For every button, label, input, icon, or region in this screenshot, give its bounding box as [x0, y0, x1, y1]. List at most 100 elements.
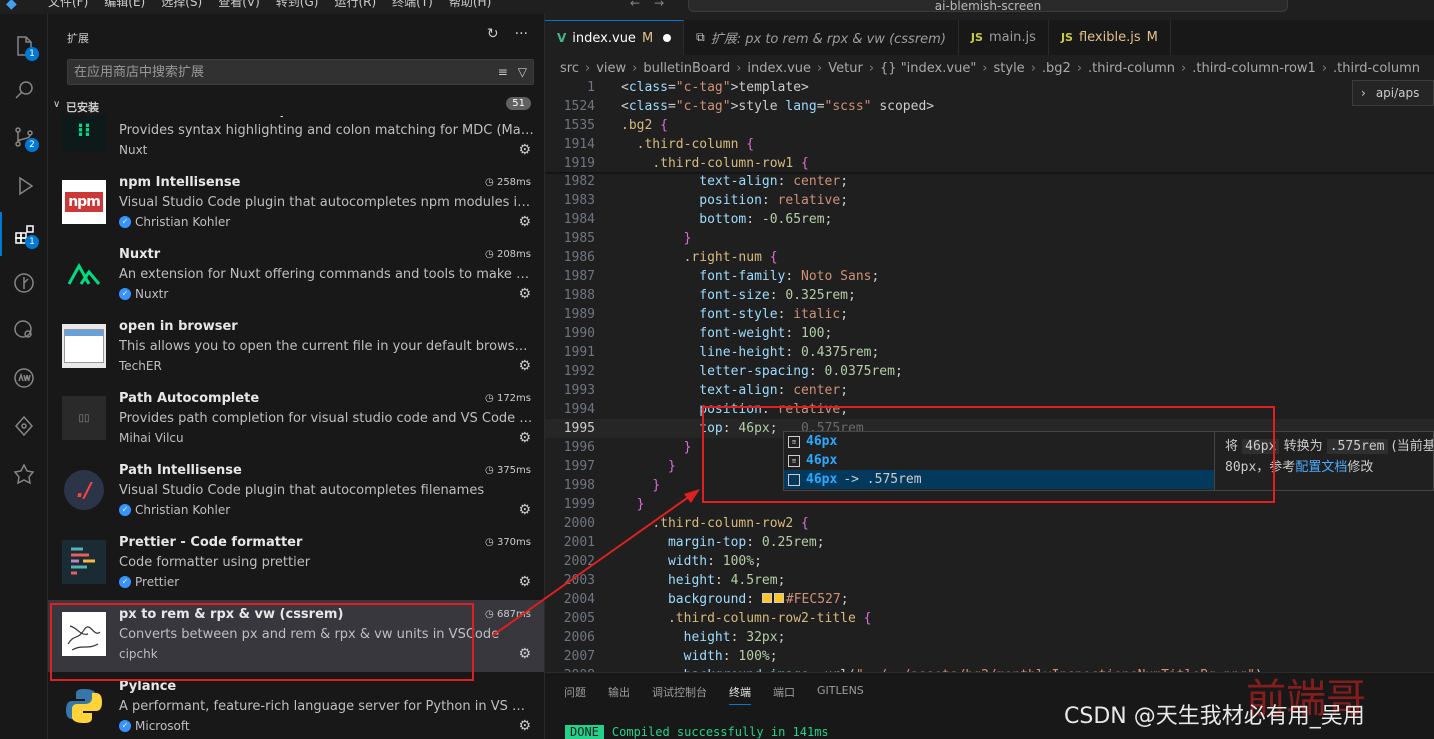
run-debug-icon[interactable]: [0, 164, 48, 208]
suggestion-item[interactable]: ≡ 46px: [784, 432, 1214, 451]
breadcrumb-item[interactable]: Vetur: [828, 61, 863, 76]
menu-item[interactable]: 终端(T): [384, 0, 441, 10]
sticky-line[interactable]: 1 <class="c-tag">template>: [545, 78, 1434, 97]
menu-item[interactable]: 文件(F): [40, 0, 96, 10]
gear-icon[interactable]: ⚙: [518, 646, 531, 662]
outline-hint[interactable]: › api/aps: [1352, 80, 1434, 106]
remote-icon[interactable]: [0, 308, 48, 352]
clear-filter-icon[interactable]: ≡: [498, 65, 508, 79]
code-line[interactable]: 2000 .third-column-row2 {: [545, 514, 1434, 533]
breadcrumb-item[interactable]: .third-column-row1: [1192, 61, 1316, 76]
code-line[interactable]: 1994 position: relative;: [545, 400, 1434, 419]
extension-item[interactable]: Prettier - Code formatter Code formatter …: [48, 528, 544, 600]
code-line[interactable]: 2007 width: 100%;: [545, 647, 1434, 666]
unsaved-dot-icon[interactable]: [663, 34, 672, 42]
sticky-line[interactable]: 1524 <class="c-tag">style lang="scss" sco…: [545, 97, 1434, 116]
aw-icon[interactable]: [0, 356, 48, 400]
gear-icon[interactable]: ⚙: [518, 286, 531, 302]
code-line[interactable]: 1987 font-family: Noto Sans;: [545, 267, 1434, 286]
code-line[interactable]: 1983 position: relative;: [545, 191, 1434, 210]
panel-tab[interactable]: 问题: [564, 684, 586, 705]
code-line[interactable]: 2004 background: #FEC527;: [545, 590, 1434, 609]
extension-item[interactable]: Pylance A performant, feature-rich langua…: [48, 672, 544, 739]
extension-item[interactable]: ./ Path Intellisense Visual Studio Code pl…: [48, 456, 544, 528]
filter-icon[interactable]: ▽: [518, 65, 527, 79]
breadcrumb-item[interactable]: index.vue: [747, 61, 811, 76]
sticky-line[interactable]: 1919 .third-column-row1 {: [545, 154, 1434, 173]
extension-item[interactable]: npm npm Intellisense Visual Studio Code pl…: [48, 168, 544, 240]
menu-item[interactable]: 选择(S): [153, 0, 210, 10]
code-line[interactable]: 2003 height: 4.5rem;: [545, 571, 1434, 590]
suggestion-item[interactable]: ≡ 46px: [784, 451, 1214, 470]
extension-item[interactable]: open in browser This allows you to open t…: [48, 312, 544, 384]
panel-tab[interactable]: GITLENS: [817, 684, 864, 705]
installed-section-header[interactable]: ∨ 已安装 51: [48, 96, 544, 116]
extension-search-input[interactable]: [68, 60, 468, 84]
panel-tab[interactable]: 输出: [608, 684, 630, 705]
code-line[interactable]: 1992 letter-spacing: 0.0375rem;: [545, 362, 1434, 381]
gear-icon[interactable]: ⚙: [518, 142, 531, 158]
command-center[interactable]: ai-blemish-screen: [688, 0, 1288, 13]
suggestion-item[interactable]: 46px -> .575rem: [784, 470, 1214, 489]
code-line[interactable]: 1991 line-height: 0.4375rem;: [545, 343, 1434, 362]
tab-vue[interactable]: Vindex.vue M: [545, 20, 685, 55]
code-line[interactable]: 1999 }: [545, 495, 1434, 514]
tauri-icon[interactable]: [0, 452, 48, 496]
git-graph-icon[interactable]: [0, 261, 48, 305]
code-line[interactable]: 2002 width: 100%;: [545, 552, 1434, 571]
breadcrumb-item[interactable]: .bg2: [1042, 61, 1071, 76]
gear-icon[interactable]: ⚙: [518, 430, 531, 446]
extension-item[interactable]: ⁝⁝ MDC - Markdown Components Provides synt…: [48, 116, 544, 168]
code-line[interactable]: 1984 bottom: -0.65rem;: [545, 210, 1434, 229]
panel-tab[interactable]: 调试控制台: [652, 684, 707, 705]
refresh-icon[interactable]: ↻: [487, 26, 499, 42]
breadcrumb-item[interactable]: {} "index.vue": [880, 61, 976, 76]
gear-icon[interactable]: ⚙: [518, 358, 531, 374]
more-actions-icon[interactable]: ···: [515, 26, 528, 42]
source-control-icon[interactable]: 2: [0, 115, 48, 159]
detail-line2-suffix: 修改: [1347, 460, 1374, 475]
tab-js[interactable]: JS flexible.js M: [1049, 20, 1171, 55]
code-line[interactable]: 1990 font-weight: 100;: [545, 324, 1434, 343]
explorer-icon[interactable]: 1: [0, 24, 48, 68]
back-arrow-icon[interactable]: ←: [630, 0, 640, 10]
extension-item[interactable]: Nuxtr An extension for Nuxt offering comm…: [48, 240, 544, 312]
code-line[interactable]: 1989 font-style: italic;: [545, 305, 1434, 324]
sticky-line[interactable]: 1535 .bg2 {: [545, 116, 1434, 135]
extension-item[interactable]: ▯▯ Path Autocomplete Provides path complet…: [48, 384, 544, 456]
code-line[interactable]: 2001 margin-top: 0.25rem;: [545, 533, 1434, 552]
code-line[interactable]: 1988 font-size: 0.325rem;: [545, 286, 1434, 305]
extension-item[interactable]: px to rem & rpx & vw (cssrem) Converts be…: [48, 600, 544, 672]
code-line[interactable]: 1993 text-align: center;: [545, 381, 1434, 400]
tab-ext[interactable]: ⧉ 扩展: px to rem & rpx & vw (cssrem): [684, 20, 959, 55]
code-line[interactable]: 1986 .right-num {: [545, 248, 1434, 267]
code-editor[interactable]: 1 <class="c-tag">template> 1524 <class="c-t…: [545, 78, 1434, 672]
breadcrumb-item[interactable]: style: [994, 61, 1025, 76]
gear-icon[interactable]: ⚙: [518, 574, 531, 590]
menu-item[interactable]: 查看(V): [210, 0, 268, 10]
menu-item[interactable]: 编辑(E): [96, 0, 153, 10]
search-icon[interactable]: [0, 68, 48, 112]
gear-icon[interactable]: ⚙: [518, 718, 531, 734]
forward-arrow-icon[interactable]: →: [654, 0, 664, 10]
tab-js[interactable]: JS main.js: [959, 20, 1049, 55]
config-docs-link[interactable]: 配置文档: [1295, 460, 1347, 475]
code-line[interactable]: 2005 .third-column-row2-title {: [545, 609, 1434, 628]
breadcrumb-item[interactable]: .third-column: [1088, 61, 1175, 76]
menu-item[interactable]: 转到(G): [268, 0, 327, 10]
breadcrumb-item[interactable]: src: [560, 61, 579, 76]
menu-item[interactable]: 帮助(H): [441, 0, 499, 10]
panel-tab[interactable]: 端口: [773, 684, 795, 705]
breadcrumb-item[interactable]: view: [596, 61, 626, 76]
sticky-line[interactable]: 1914 .third-column {: [545, 135, 1434, 154]
gear-icon[interactable]: ⚙: [518, 502, 531, 518]
code-line[interactable]: 1985 }: [545, 229, 1434, 248]
gitlens-icon[interactable]: [0, 404, 48, 448]
code-line[interactable]: 2006 height: 32px;: [545, 628, 1434, 647]
breadcrumb-item[interactable]: .third-column: [1333, 61, 1420, 76]
menu-item[interactable]: 运行(R): [326, 0, 384, 10]
gear-icon[interactable]: ⚙: [518, 214, 531, 230]
extensions-icon[interactable]: 1: [0, 212, 48, 256]
breadcrumb-item[interactable]: bulletinBoard: [643, 61, 730, 76]
panel-tab[interactable]: 终端: [729, 684, 751, 705]
